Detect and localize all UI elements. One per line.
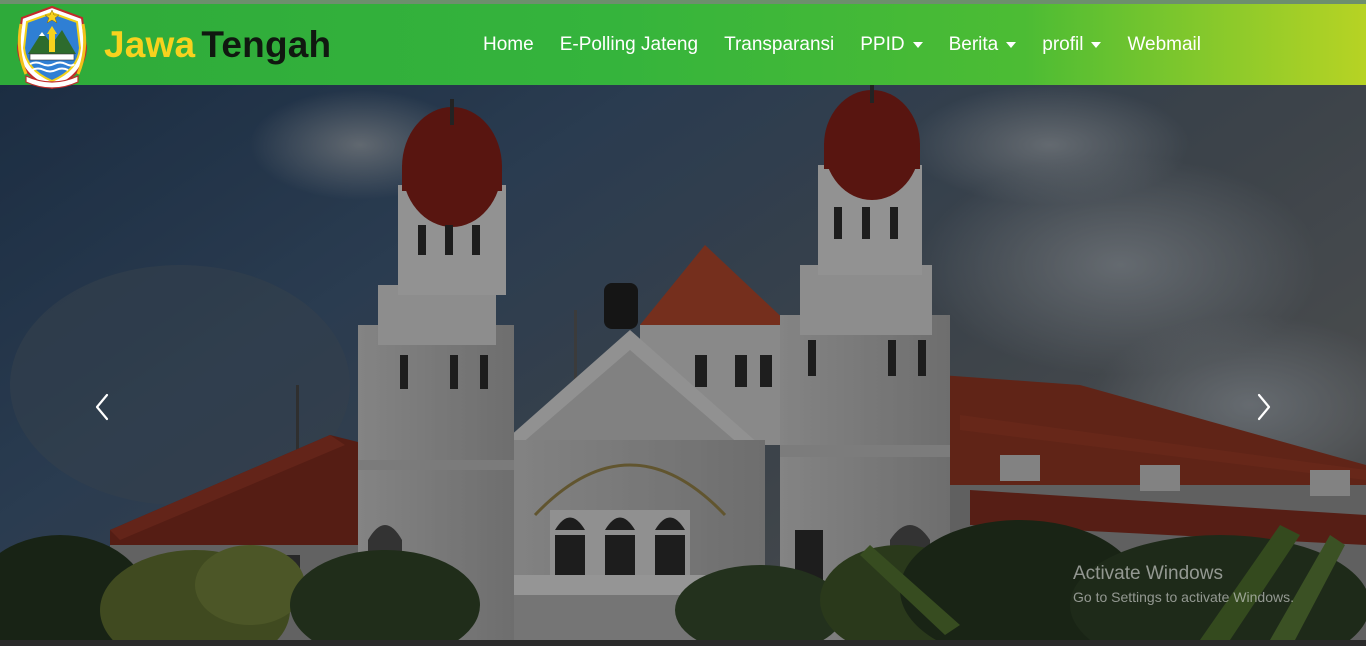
lawang-sewu-building-photo xyxy=(0,85,1366,640)
brand-title-part2: Tengah xyxy=(201,23,332,65)
caret-down-icon xyxy=(1091,41,1102,48)
nav-item-label: PPID xyxy=(860,33,905,55)
nav-item-ppid[interactable]: PPID xyxy=(847,34,935,56)
bottom-bar xyxy=(0,640,1366,646)
watermark-subtitle: Go to Settings to activate Windows. xyxy=(1073,589,1294,605)
windows-activation-watermark: Activate Windows Go to Settings to activ… xyxy=(1073,563,1294,607)
main-nav: Home E-Polling Jateng Transparansi PPID … xyxy=(470,4,1214,85)
nav-item-webmail[interactable]: Webmail xyxy=(1114,34,1214,56)
nav-item-label: Webmail xyxy=(1127,33,1201,55)
carousel-next-button[interactable] xyxy=(1244,385,1284,429)
nav-item-e-polling[interactable]: E-Polling Jateng xyxy=(547,34,711,56)
nav-item-label: profil xyxy=(1042,33,1084,55)
chevron-right-icon xyxy=(1257,393,1271,421)
nav-item-label: E-Polling Jateng xyxy=(559,33,699,55)
nav-item-label: Home xyxy=(483,33,534,55)
brand-link[interactable]: Jawa Tengah xyxy=(12,4,331,89)
caret-down-icon xyxy=(1006,41,1017,48)
brand-title: Jawa Tengah xyxy=(104,24,331,66)
navbar: Jawa Tengah Home E-Polling Jateng Transpa… xyxy=(0,4,1366,89)
nav-item-label: Berita xyxy=(948,33,999,55)
watermark-title: Activate Windows xyxy=(1073,563,1223,584)
carousel-prev-button[interactable] xyxy=(82,385,122,429)
page: Jawa Tengah Home E-Polling Jateng Transpa… xyxy=(0,0,1366,646)
nav-item-label: Transparansi xyxy=(724,33,835,55)
nav-item-berita[interactable]: Berita xyxy=(936,34,1030,56)
hero-carousel xyxy=(0,85,1366,640)
chevron-left-icon xyxy=(95,393,109,421)
nav-item-profil[interactable]: profil xyxy=(1029,34,1114,56)
nav-item-transparansi[interactable]: Transparansi xyxy=(711,34,847,56)
brand-title-part1: Jawa xyxy=(104,23,196,65)
nav-item-home[interactable]: Home xyxy=(470,34,547,56)
caret-down-icon xyxy=(912,41,923,48)
jawa-tengah-crest-icon xyxy=(16,5,88,89)
